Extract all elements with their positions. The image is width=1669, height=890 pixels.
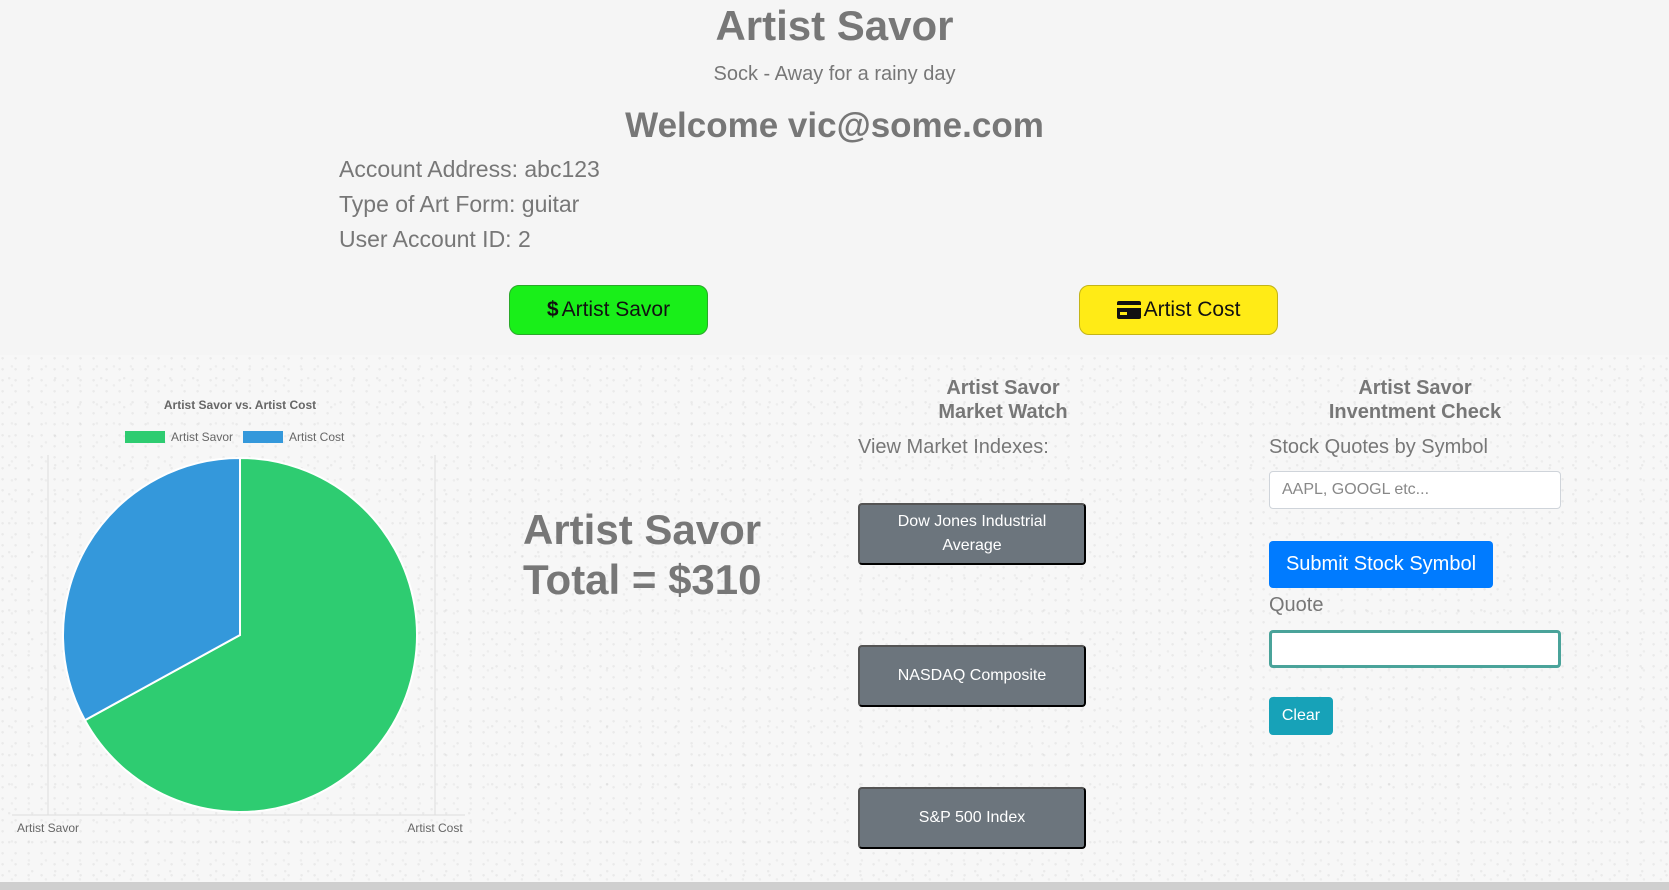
legend-label-1: Artist Cost	[289, 430, 345, 444]
dollar-icon: $	[546, 298, 559, 321]
sp500-button[interactable]: S&P 500 Index	[858, 787, 1086, 849]
legend-swatch-0	[125, 431, 165, 443]
x-tick-label-0: Artist Savor	[17, 821, 79, 835]
savor-total: Artist Savor Total = $310	[523, 505, 762, 605]
art-form: Type of Art Form: guitar	[339, 191, 580, 217]
market-watch-heading: Artist Savor Market Watch	[853, 376, 1153, 424]
artist-cost-button-label: Artist Cost	[1143, 298, 1241, 321]
market-watch-heading-line2: Market Watch	[938, 401, 1068, 423]
submit-stock-symbol-button[interactable]: Submit Stock Symbol	[1269, 541, 1493, 588]
page-subtitle: Sock - Away for a rainy day	[713, 63, 956, 85]
chart-x-labels: Artist Savor Artist Cost	[17, 821, 463, 835]
chart-title: Artist Savor vs. Artist Cost	[164, 398, 316, 412]
credit-card-icon	[1116, 301, 1141, 319]
savor-total-value: Total = $310	[523, 556, 762, 603]
clear-button[interactable]: Clear	[1269, 697, 1333, 735]
x-tick-label-1: Artist Cost	[407, 821, 463, 835]
artist-savor-button-label: Artist Savor	[561, 298, 671, 321]
market-watch-heading-line1: Artist Savor	[946, 377, 1060, 399]
savor-total-label: Artist Savor	[523, 506, 762, 553]
artist-savor-button[interactable]: $ Artist Savor	[509, 285, 708, 335]
inventment-heading-line2: Inventment Check	[1328, 401, 1502, 423]
chart-legend: Artist Savor Artist Cost	[125, 430, 345, 444]
view-market-indexes-label: View Market Indexes:	[858, 436, 1049, 458]
inventment-heading-line1: Artist Savor	[1358, 377, 1472, 399]
savor-vs-cost-chart: Artist Savor vs. Artist Cost Artist Savo…	[12, 398, 465, 835]
quote-label: Quote	[1269, 594, 1324, 616]
artist-cost-button[interactable]: Artist Cost	[1079, 285, 1278, 335]
chart-slices	[62, 456, 418, 813]
page-title: Artist Savor	[715, 2, 954, 49]
stock-symbol-input[interactable]	[1269, 471, 1561, 509]
welcome-message: Welcome vic@some.com	[625, 106, 1044, 145]
legend-label-0: Artist Savor	[171, 430, 233, 444]
stock-quotes-label: Stock Quotes by Symbol	[1269, 436, 1488, 458]
account-address: Account Address: abc123	[339, 156, 600, 182]
bottom-bar	[0, 882, 1669, 890]
quote-field[interactable]	[1269, 630, 1561, 668]
header: Artist Savor Sock - Away for a rainy day…	[0, 0, 1669, 355]
inventment-check-heading: Artist Savor Inventment Check	[1265, 376, 1565, 424]
user-account-id: User Account ID: 2	[339, 226, 531, 252]
nasdaq-button[interactable]: NASDAQ Composite	[858, 645, 1086, 707]
dow-jones-button[interactable]: Dow Jones Industrial Average	[858, 503, 1086, 565]
legend-swatch-1	[243, 431, 283, 443]
